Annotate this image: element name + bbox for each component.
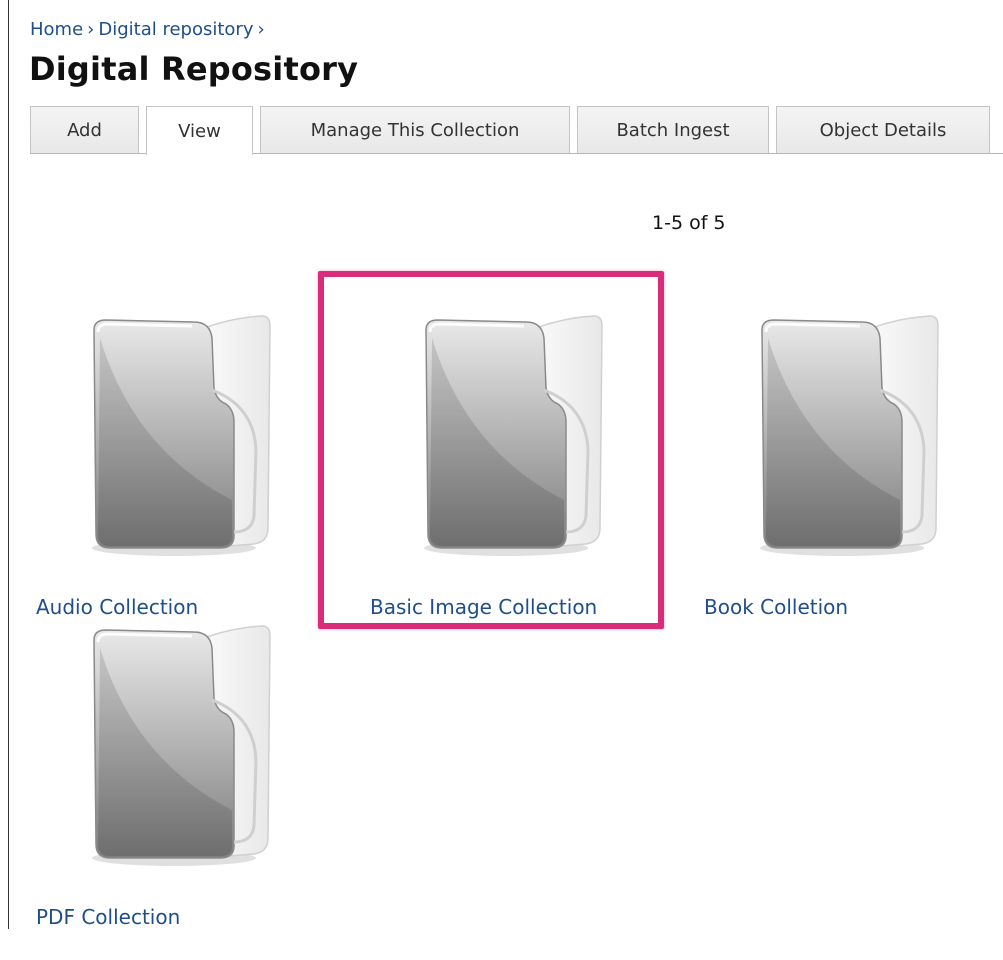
tab-view[interactable]: View	[146, 106, 253, 155]
collection-label: Audio Collection	[36, 595, 199, 619]
page-title: Digital Repository	[29, 50, 359, 88]
collection-label: Basic Image Collection	[370, 595, 598, 619]
tab-batch-ingest[interactable]: Batch Ingest	[577, 106, 769, 153]
breadcrumb-digital-repository-link[interactable]: Digital repository	[98, 19, 253, 40]
folder-icon	[406, 310, 606, 560]
collection-item-book[interactable]: Book Colletion	[704, 310, 994, 650]
folder-icon	[742, 310, 942, 560]
tab-manage-this-collection[interactable]: Manage This Collection	[260, 106, 570, 153]
pager-count: 1-5 of 5	[652, 212, 726, 234]
breadcrumb-home-link[interactable]: Home	[30, 19, 83, 40]
collection-label: Book Colletion	[704, 595, 849, 619]
breadcrumb-separator: ›	[257, 19, 265, 40]
collection-item-basic-image[interactable]: Basic Image Collection	[370, 310, 660, 650]
breadcrumb-separator: ›	[87, 19, 95, 40]
collection-item-pdf[interactable]: PDF Collection	[36, 620, 326, 960]
folder-icon	[74, 620, 274, 870]
folder-icon	[74, 310, 274, 560]
tab-object-details[interactable]: Object Details	[776, 106, 990, 153]
collection-label: PDF Collection	[36, 905, 181, 929]
breadcrumb: Home › Digital repository ›	[30, 19, 269, 40]
tab-add[interactable]: Add	[30, 106, 139, 153]
collection-item-audio[interactable]: Audio Collection	[36, 310, 326, 650]
